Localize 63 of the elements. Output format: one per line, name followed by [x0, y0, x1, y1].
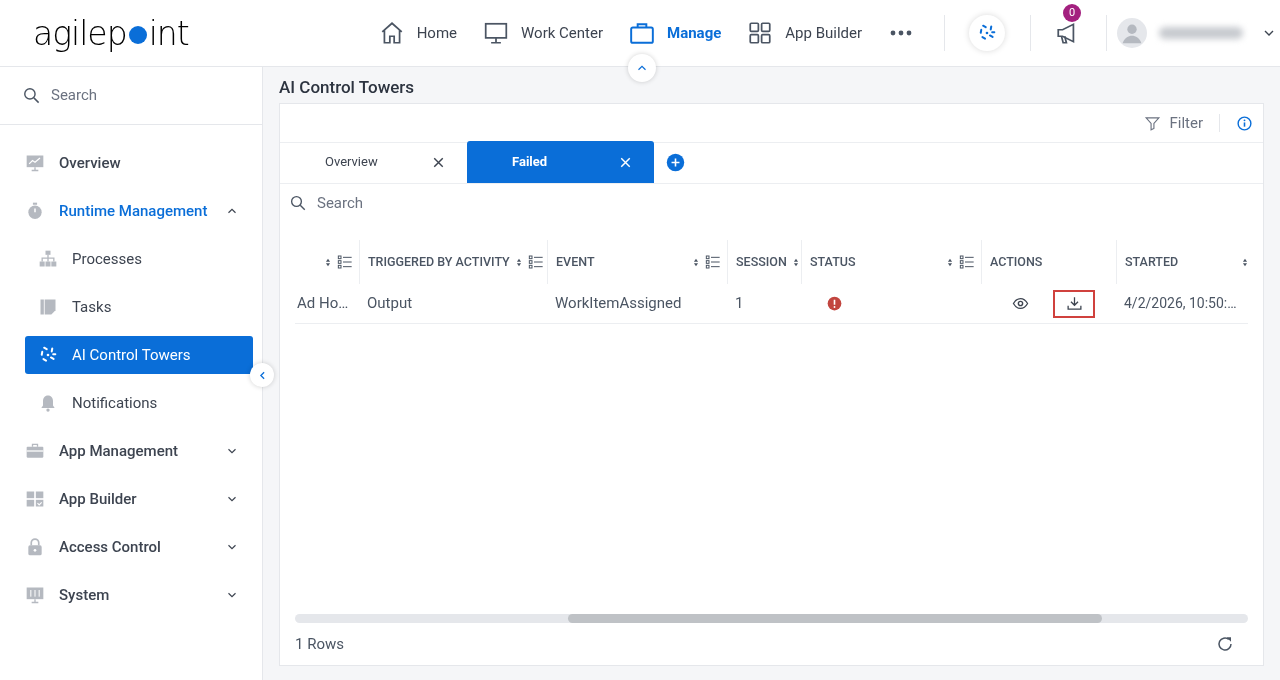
tab[interactable]: Overview	[280, 141, 467, 183]
column-menu-icon[interactable]	[959, 254, 975, 270]
lock-icon	[25, 537, 45, 557]
chart-monitor-icon	[25, 153, 45, 173]
filter-button[interactable]: Filter	[1144, 111, 1203, 135]
search-icon	[289, 194, 307, 212]
pages-icon	[38, 297, 58, 317]
action-button[interactable]	[1053, 289, 1095, 318]
column-header: STARTED	[1125, 252, 1180, 271]
column-menu-icon[interactable]	[705, 254, 721, 270]
sidebar-item[interactable]: AI Control Towers	[25, 336, 253, 374]
table-cell-text: WorkItemAssigned	[555, 293, 682, 315]
column-header: SESSION	[736, 252, 787, 271]
collapse-sidebar-button[interactable]	[250, 363, 274, 387]
nav-link[interactable]: Work Center	[483, 20, 604, 46]
horizontal-scrollbar[interactable]	[295, 614, 1248, 623]
column-header: ACTIONS	[990, 252, 1044, 271]
sidebar-item[interactable]: Overview	[25, 144, 253, 182]
filter-icon	[1144, 114, 1162, 132]
search-icon	[22, 86, 41, 105]
toolbox-icon	[25, 441, 45, 461]
swirl-icon	[977, 23, 998, 43]
notification-badge: 0	[1063, 4, 1082, 22]
page-title: AI Control Towers	[279, 76, 416, 99]
eye-icon	[1011, 295, 1029, 312]
nav-link[interactable]: App Builder	[747, 20, 863, 46]
briefcase-icon	[629, 20, 656, 46]
sidebar-item[interactable]: App Management	[25, 432, 253, 470]
search-field[interactable]: Search	[51, 84, 231, 107]
info-icon[interactable]	[1236, 114, 1253, 132]
app-tiles-icon	[25, 489, 45, 509]
column-menu-icon[interactable]	[527, 254, 544, 270]
column-header: STATUS	[810, 252, 857, 271]
swirl-icon	[38, 345, 58, 365]
refresh-icon[interactable]	[1216, 635, 1234, 653]
table-cell-text: Output	[367, 293, 413, 315]
sidebar-item[interactable]: Processes	[25, 240, 253, 278]
sliders-monitor-icon	[25, 585, 45, 605]
sidebar-item[interactable]: Notifications	[25, 384, 253, 422]
column-header: TRIGGERED BY ACTIVITY	[368, 252, 510, 271]
grid-icon	[747, 20, 774, 46]
sidebar-item[interactable]: System	[25, 576, 253, 614]
nav-link[interactable]: Manage	[629, 20, 722, 46]
sidebar-item[interactable]: Runtime Management	[25, 192, 253, 230]
column-menu-icon[interactable]	[337, 254, 353, 270]
sidebar-item[interactable]: Access Control	[25, 528, 253, 566]
search-field[interactable]: Search	[317, 191, 617, 215]
column-header: EVENT	[556, 252, 596, 271]
monitor-icon	[483, 20, 510, 46]
logo: agilep int	[33, 16, 189, 50]
ai-button[interactable]	[969, 15, 1006, 51]
stopwatch-icon	[25, 201, 45, 221]
hierarchy-icon	[38, 249, 58, 269]
sidebar-item[interactable]: Tasks	[25, 288, 253, 326]
nav-link[interactable]: Home	[378, 20, 458, 46]
sidebar-item[interactable]: App Builder	[25, 480, 253, 518]
tab[interactable]: Failed	[467, 141, 654, 183]
table-cell-text: 4/2/2026, 10:50:…	[1124, 294, 1237, 313]
row-count: 1 Rows	[295, 633, 344, 655]
table-cell-text: Ad Ho…	[297, 293, 349, 315]
add-tab-icon[interactable]	[666, 152, 685, 172]
table-cell-text: 1	[735, 293, 744, 315]
download-icon	[1065, 295, 1083, 312]
